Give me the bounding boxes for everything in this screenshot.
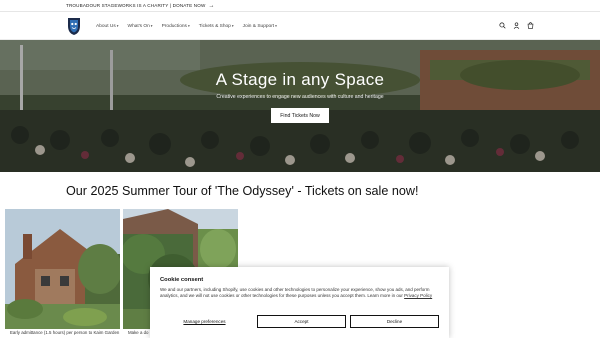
product-card[interactable]: Early admittance (1.5 hours) per person …	[5, 209, 120, 338]
nav-label: Join & Support	[242, 23, 275, 29]
cart-icon[interactable]	[527, 22, 534, 29]
section-title: Our 2025 Summer Tour of 'The Odyssey' - …	[66, 184, 419, 198]
accept-button[interactable]: Accept	[256, 315, 346, 328]
manage-preferences-button[interactable]: Manage preferences	[160, 319, 249, 324]
chevron-down-icon: ▾	[150, 23, 153, 28]
chevron-down-icon: ▾	[187, 23, 190, 28]
nav-label: Productions	[161, 23, 187, 29]
nav-label: What's On	[127, 23, 150, 29]
announcement-text[interactable]: TROUBADOUR STAGEWORKS IS A CHARITY | DON…	[66, 3, 205, 8]
nav-label: About Us	[96, 23, 116, 29]
nav-whats-on[interactable]: What's On▾	[128, 24, 153, 29]
cookie-body-text: We and our partners, including Shopify, …	[160, 287, 430, 298]
nav-tickets-shop[interactable]: Tickets & Shop▾	[199, 24, 234, 29]
decline-button[interactable]: Decline	[349, 315, 439, 328]
house-garden-image	[5, 209, 120, 329]
hero-subtitle: Creative experiences to engage new audie…	[216, 94, 384, 100]
account-icon[interactable]	[513, 22, 520, 29]
hero-audience-image	[0, 40, 600, 172]
card-caption[interactable]: Early admittance (1.5 hours) per person …	[10, 330, 119, 335]
nav-label: Tickets & Shop	[198, 23, 231, 29]
chevron-down-icon: ▾	[231, 23, 234, 28]
chevron-down-icon: ▾	[116, 23, 119, 28]
header-icons	[499, 22, 534, 29]
hero-banner: A Stage in any Space Creative experience…	[0, 40, 600, 172]
chevron-down-icon: ▾	[275, 23, 277, 28]
nav-join-support[interactable]: Join & Support▾	[243, 24, 277, 29]
search-icon[interactable]	[499, 22, 506, 29]
card-caption[interactable]: Make a do	[128, 330, 149, 335]
privacy-policy-link[interactable]: Privacy Policy	[404, 293, 432, 298]
nav-productions[interactable]: Productions▾	[162, 24, 190, 29]
cookie-title: Cookie consent	[160, 277, 204, 283]
cookie-body: We and our partners, including Shopify, …	[160, 287, 439, 299]
cookie-buttons: Manage preferences Accept Decline	[160, 315, 439, 328]
announcement-bar[interactable]: TROUBADOUR STAGEWORKS IS A CHARITY | DON…	[0, 0, 600, 12]
main-nav: About Us▾ What's On▾ Productions▾ Ticket…	[96, 24, 277, 29]
hero-title: A Stage in any Space	[215, 70, 385, 89]
nav-about-us[interactable]: About Us▾	[96, 24, 119, 29]
find-tickets-button[interactable]: Find Tickets Now	[271, 108, 329, 123]
cookie-consent-dialog: Cookie consent We and our partners, incl…	[150, 267, 449, 338]
arrow-right-icon: →	[208, 2, 215, 9]
theatre-mask-logo[interactable]	[66, 16, 82, 36]
site-header: About Us▾ What's On▾ Productions▾ Ticket…	[0, 12, 600, 40]
